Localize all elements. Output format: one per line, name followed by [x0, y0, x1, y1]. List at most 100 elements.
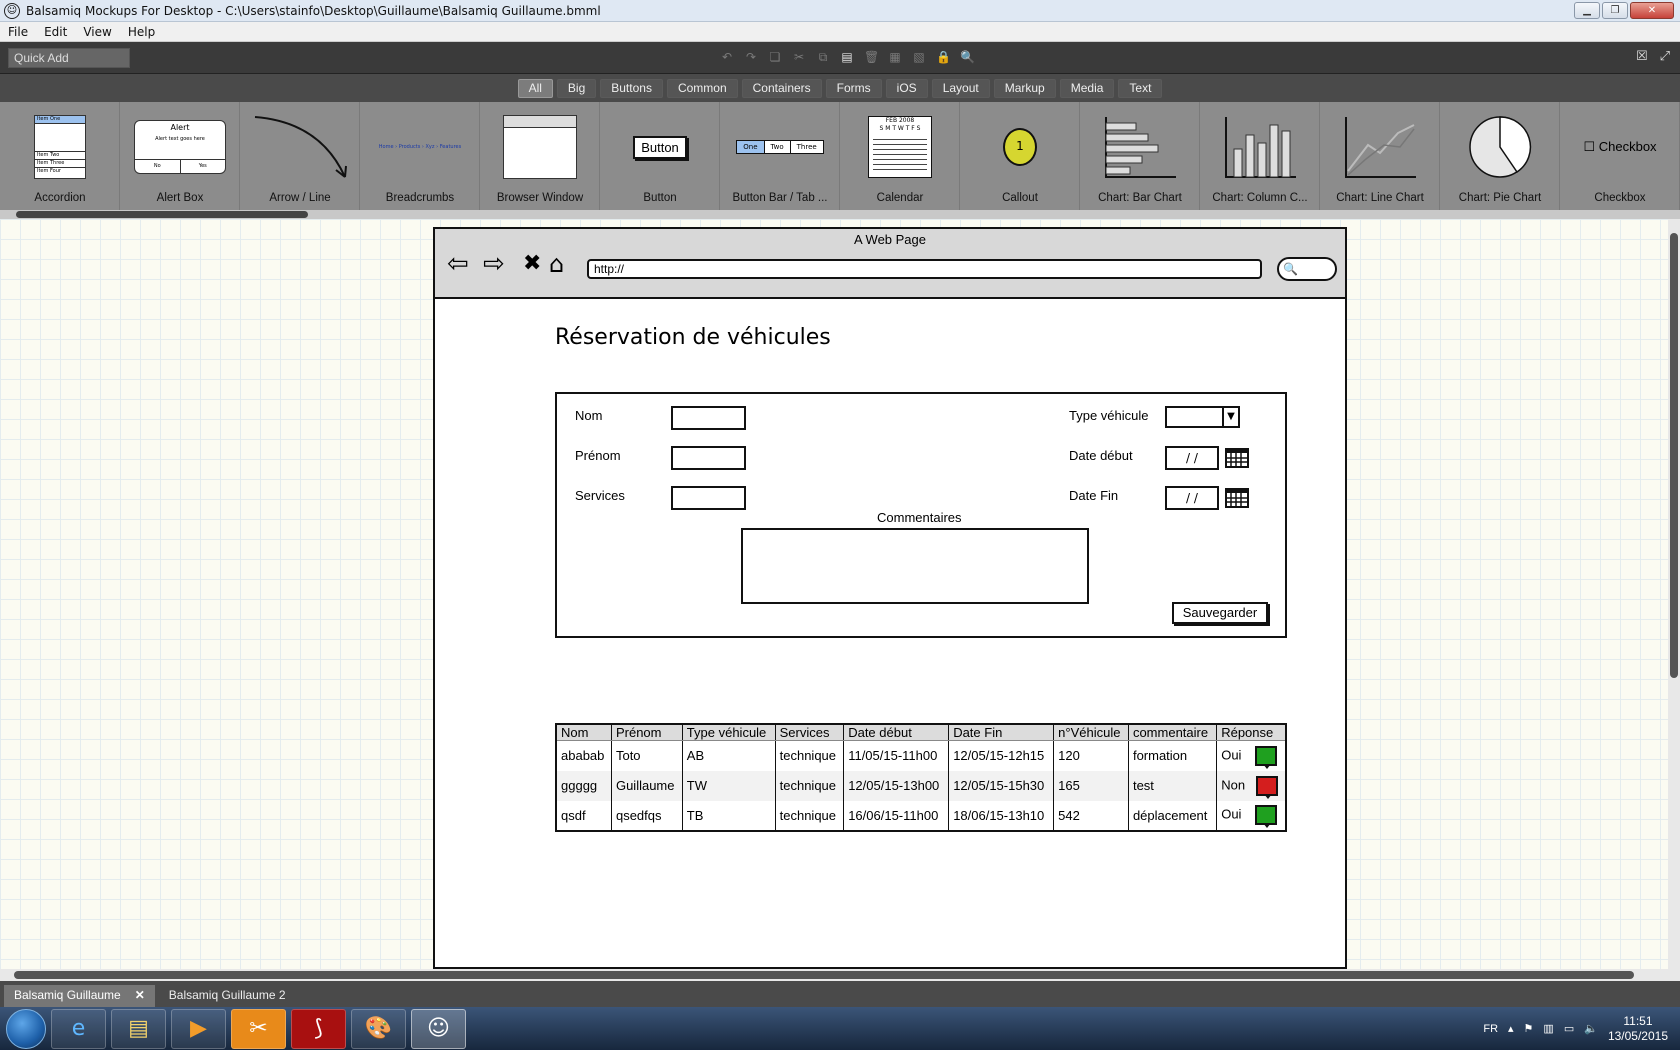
vertical-scroll-thumb[interactable] — [1670, 233, 1678, 678]
save-button[interactable]: Sauvegarder — [1172, 602, 1268, 624]
menu-edit[interactable]: Edit — [36, 25, 75, 39]
library-item-accordion[interactable]: Item One Item Two Item Three Item Four A… — [0, 102, 120, 210]
tab-layout[interactable]: Layout — [931, 78, 990, 98]
close-panel-icon[interactable]: ☒ — [1636, 49, 1648, 64]
network-icon[interactable]: ▥ — [1543, 1022, 1553, 1035]
calendar-icon[interactable] — [1225, 487, 1249, 509]
date-fin-input[interactable]: / / — [1165, 486, 1219, 510]
group-icon[interactable]: ▦ — [888, 49, 902, 65]
tab-forms[interactable]: Forms — [825, 78, 882, 98]
tab-ios[interactable]: iOS — [885, 78, 928, 98]
column-header[interactable]: Date Fin — [948, 723, 1055, 741]
browser-search-box[interactable]: 🔍 — [1277, 257, 1337, 281]
tab-markup[interactable]: Markup — [993, 78, 1056, 98]
library-item-pie-chart[interactable]: Chart: Pie Chart — [1440, 102, 1560, 210]
table-row[interactable]: ggggg Guillaume TW technique 12/05/15-13… — [555, 770, 1287, 801]
horizontal-scroll-thumb[interactable] — [14, 971, 1634, 979]
commentaires-textarea[interactable] — [741, 528, 1089, 604]
back-arrow-icon[interactable]: ⇦ — [447, 249, 469, 279]
power-icon[interactable]: ▭ — [1564, 1022, 1574, 1035]
library-item-alert-box[interactable]: Alert Alert text goes here No Yes Alert … — [120, 102, 240, 210]
library-item-button-bar[interactable]: One Two Three Button Bar / Tab ... — [720, 102, 840, 210]
snipping-tool-icon[interactable]: ✂ — [231, 1008, 286, 1049]
library-item-column-chart[interactable]: Chart: Column C... — [1200, 102, 1320, 210]
search-icon[interactable]: 🔍 — [960, 49, 975, 65]
calendar-icon[interactable] — [1225, 447, 1249, 469]
column-header[interactable]: Réponse — [1216, 723, 1287, 741]
column-header[interactable]: Date début — [843, 723, 950, 741]
library-item-line-chart[interactable]: Chart: Line Chart — [1320, 102, 1440, 210]
menu-file[interactable]: File — [0, 25, 36, 39]
prenom-input[interactable] — [671, 446, 746, 470]
library-item-arrow-line[interactable]: Arrow / Line — [240, 102, 360, 210]
library-scroll-thumb[interactable] — [16, 211, 308, 218]
duplicate-icon[interactable]: ⧉ — [816, 49, 830, 65]
fullscreen-icon[interactable]: ⤢ — [1660, 49, 1670, 64]
canvas-horizontal-scrollbar[interactable] — [0, 969, 1680, 981]
close-icon[interactable]: ✕ — [135, 988, 145, 1002]
delete-icon[interactable]: 🗑 — [864, 49, 879, 65]
stop-x-icon[interactable]: ✖ — [523, 249, 541, 279]
canvas-vertical-scrollbar[interactable] — [1668, 219, 1680, 969]
column-header[interactable]: n°Véhicule — [1053, 723, 1129, 741]
menu-help[interactable]: Help — [120, 25, 163, 39]
library-item-callout[interactable]: 1 Callout — [960, 102, 1080, 210]
tab-common[interactable]: Common — [666, 78, 738, 98]
library-item-browser-window[interactable]: Browser Window — [480, 102, 600, 210]
forward-arrow-icon[interactable]: ⇨ — [483, 249, 505, 279]
menu-view[interactable]: View — [75, 25, 119, 39]
column-header[interactable]: Services — [774, 723, 845, 741]
column-header[interactable]: Type véhicule — [681, 723, 776, 741]
column-header[interactable]: Prénom — [610, 723, 683, 741]
lock-icon[interactable]: 🔒 — [936, 49, 951, 65]
home-icon[interactable]: ⌂ — [549, 249, 564, 279]
close-icon[interactable]: ✕ — [1630, 2, 1674, 19]
paint-icon[interactable]: 🎨 — [351, 1008, 406, 1049]
column-header[interactable]: commentaire — [1127, 723, 1218, 741]
minimize-icon[interactable]: ▁ — [1574, 2, 1600, 19]
browser-window-mockup[interactable]: A Web Page ⇦ ⇨ ✖ ⌂ http:// 🔍 Réservation… — [433, 227, 1347, 969]
column-header[interactable]: Nom — [555, 723, 612, 741]
nom-input[interactable] — [671, 406, 746, 430]
file-tab-balsamiq-guillaume[interactable]: Balsamiq Guillaume ✕ — [4, 985, 155, 1007]
services-input[interactable] — [671, 486, 746, 510]
file-tab-balsamiq-guillaume-2[interactable]: Balsamiq Guillaume 2 — [159, 985, 296, 1007]
volume-icon[interactable]: 🔈 — [1584, 1022, 1598, 1035]
balsamiq-icon[interactable]: ☺ — [411, 1008, 466, 1049]
tab-containers[interactable]: Containers — [741, 78, 822, 98]
language-indicator[interactable]: FR — [1483, 1023, 1498, 1035]
copy-icon[interactable]: ❏ — [768, 49, 782, 65]
library-scrollbar[interactable] — [0, 210, 1680, 219]
undo-icon[interactable]: ↶ — [720, 49, 734, 65]
type-vehicule-select[interactable]: ▼ — [1165, 406, 1240, 428]
clock[interactable]: 11:51 13/05/2015 — [1608, 1014, 1668, 1044]
library-item-button[interactable]: Button Button — [600, 102, 720, 210]
table-row[interactable]: qsdf qsedfqs TB technique 16/06/15-11h00… — [555, 800, 1287, 831]
start-button[interactable] — [6, 1008, 46, 1049]
tab-text[interactable]: Text — [1118, 78, 1163, 98]
library-item-checkbox[interactable]: ☐ Checkbox Checkbox — [1560, 102, 1680, 210]
library-item-calendar[interactable]: FEB 2008 S M T W T F S Calendar — [840, 102, 960, 210]
redo-icon[interactable]: ↷ — [744, 49, 758, 65]
quick-add-input[interactable]: Quick Add — [8, 48, 130, 68]
media-player-icon[interactable]: ▶ — [171, 1008, 226, 1049]
tab-big[interactable]: Big — [556, 78, 597, 98]
acrobat-reader-icon[interactable]: ⟆ — [291, 1008, 346, 1049]
library-item-bar-chart[interactable]: Chart: Bar Chart — [1080, 102, 1200, 210]
cut-icon[interactable]: ✂ — [792, 49, 806, 65]
tab-media[interactable]: Media — [1059, 78, 1115, 98]
tab-buttons[interactable]: Buttons — [600, 78, 663, 98]
tab-all[interactable]: All — [517, 78, 553, 98]
action-center-flag-icon[interactable]: ⚑ — [1524, 1022, 1534, 1035]
file-explorer-icon[interactable]: ▤ — [111, 1008, 166, 1049]
url-bar[interactable]: http:// — [587, 259, 1262, 279]
maximize-icon[interactable]: ❐ — [1602, 2, 1628, 19]
mockup-canvas[interactable]: A Web Page ⇦ ⇨ ✖ ⌂ http:// 🔍 Réservation… — [0, 219, 1668, 969]
ungroup-icon[interactable]: ▧ — [912, 49, 926, 65]
library-item-breadcrumbs[interactable]: Home › Products › Xyz › Features Breadcr… — [360, 102, 480, 210]
internet-explorer-icon[interactable]: e — [51, 1008, 106, 1049]
show-hidden-icons-icon[interactable]: ▴ — [1508, 1022, 1514, 1035]
table-row[interactable]: ababab Toto AB technique 11/05/15-11h00 … — [555, 740, 1287, 771]
paste-icon[interactable]: ▤ — [840, 49, 854, 65]
date-debut-input[interactable]: / / — [1165, 446, 1219, 470]
